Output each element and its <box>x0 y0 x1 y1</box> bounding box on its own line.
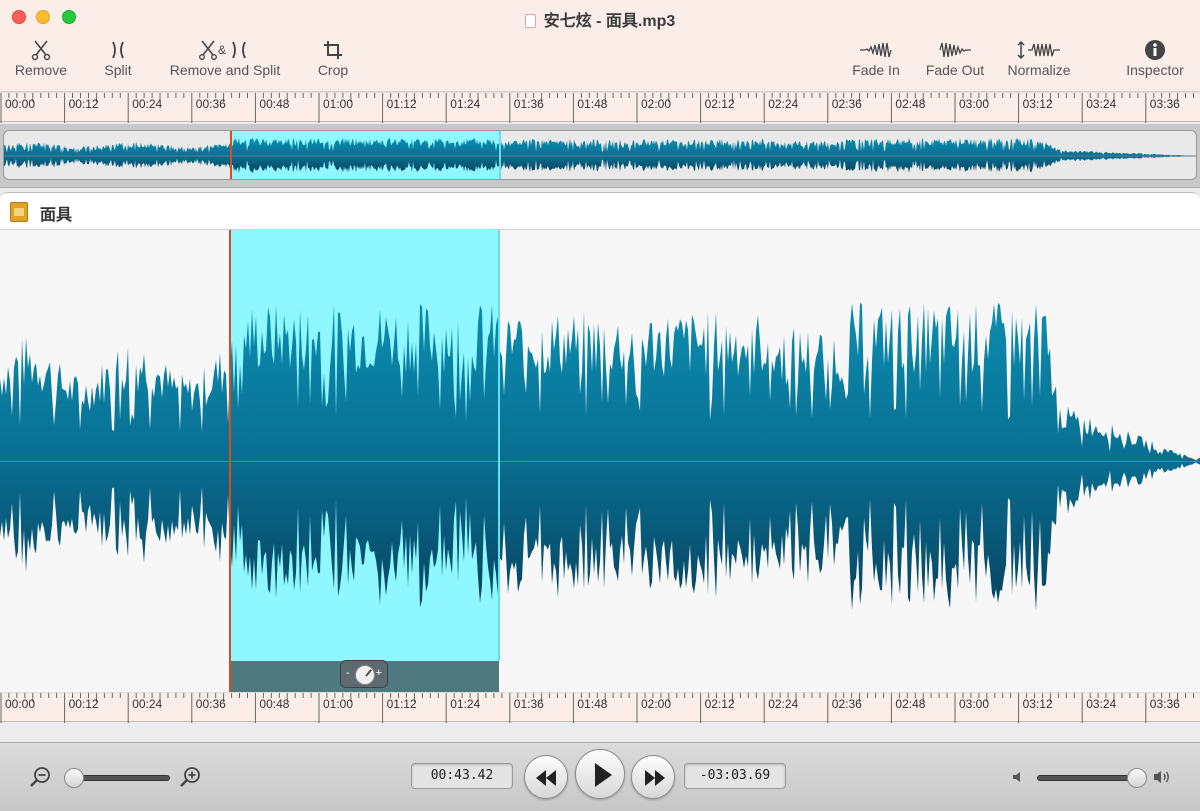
split-icon <box>98 36 138 62</box>
fast-forward-button[interactable] <box>631 755 675 799</box>
ruler-time-label: 03:36 <box>1149 97 1180 111</box>
ruler-time-label: 02:00 <box>641 697 672 711</box>
svg-text:&: & <box>218 43 226 57</box>
info-icon <box>1120 36 1190 62</box>
ruler-time-label: 03:12 <box>1022 697 1053 711</box>
scissors-icon <box>10 36 72 62</box>
window-title: 安七炫 - 面具.mp3 <box>0 7 1200 31</box>
ruler-time-label: 00:48 <box>259 97 290 111</box>
ruler-time-label: 00:12 <box>68 97 99 111</box>
ruler-time-label: 01:36 <box>513 697 544 711</box>
ruler-time-label: 03:36 <box>1149 697 1180 711</box>
play-button[interactable] <box>575 749 625 799</box>
remaining-time-display: -03:03.69 <box>684 763 786 789</box>
ruler-time-label: 03:24 <box>1086 97 1117 111</box>
zoom-out-icon[interactable] <box>28 765 52 789</box>
ruler-time-label: 00:00 <box>5 97 36 111</box>
normalize-button[interactable]: Normalize <box>1002 36 1076 78</box>
ruler-time-label: 02:12 <box>704 97 735 111</box>
document-icon <box>524 14 536 28</box>
normalize-icon <box>1002 36 1076 62</box>
ruler-time-label: 03:12 <box>1022 97 1053 111</box>
zoom-in-icon[interactable] <box>178 765 202 789</box>
remove-and-split-button[interactable]: & Remove and Split <box>163 36 287 78</box>
audio-file-icon <box>10 202 28 222</box>
fast-forward-icon <box>645 770 665 786</box>
ruler-time-label: 03:00 <box>959 97 990 111</box>
overview-waveform-graphic <box>4 131 1196 179</box>
ruler-time-label: 02:24 <box>768 97 799 111</box>
volume-minus-label: - <box>346 667 350 679</box>
fade-in-button[interactable]: Fade In <box>848 36 904 78</box>
fade-out-icon <box>921 36 989 62</box>
ruler-time-label: 01:12 <box>386 697 417 711</box>
volume-low-icon <box>1011 770 1025 789</box>
ruler-time-label: 01:48 <box>577 697 608 711</box>
ruler-time-label: 02:24 <box>768 697 799 711</box>
ruler-time-label: 02:48 <box>895 97 926 111</box>
volume-high-icon <box>1152 768 1174 791</box>
remove-button[interactable]: Remove <box>10 36 72 78</box>
crop-icon <box>311 36 355 62</box>
volume-dial-icon[interactable] <box>355 665 375 685</box>
ruler-time-label: 00:36 <box>195 697 226 711</box>
scissors-split-icon: & <box>163 36 287 62</box>
volume-slider-thumb[interactable] <box>1127 768 1148 788</box>
crop-button[interactable]: Crop <box>311 36 355 78</box>
ruler-time-label: 01:00 <box>323 97 354 111</box>
ruler-time-label: 01:00 <box>323 697 354 711</box>
track-name: 面具 <box>40 207 73 224</box>
ruler-time-label: 02:36 <box>831 697 862 711</box>
zoom-slider-thumb[interactable] <box>64 768 84 788</box>
ruler-time-label: 01:24 <box>450 697 481 711</box>
ruler-time-label: 00:24 <box>132 97 163 111</box>
ruler-time-label: 00:12 <box>68 697 99 711</box>
ruler-time-label: 02:48 <box>895 697 926 711</box>
ruler-time-label: 00:48 <box>259 697 290 711</box>
split-button[interactable]: Split <box>98 36 138 78</box>
ruler-time-label: 01:12 <box>386 97 417 111</box>
volume-plus-label: + <box>375 667 382 679</box>
ruler-time-label: 00:36 <box>195 97 226 111</box>
fade-in-icon <box>848 36 904 62</box>
overview-waveform[interactable] <box>3 130 1197 180</box>
play-icon <box>595 763 612 787</box>
rewind-button[interactable] <box>524 755 568 799</box>
ruler-time-label: 03:24 <box>1086 697 1117 711</box>
selection-volume-knob[interactable]: - + <box>340 660 388 688</box>
ruler-time-label: 01:24 <box>450 97 481 111</box>
rewind-icon <box>536 770 556 786</box>
ruler-time-label: 01:48 <box>577 97 608 111</box>
fade-out-button[interactable]: Fade Out <box>921 36 989 78</box>
transport-bar: 00:43.42 -03:03.69 <box>0 742 1200 811</box>
window-titlebar: 安七炫 - 面具.mp3 Remove Split & Remove and S… <box>0 0 1200 92</box>
ruler-time-label: 01:36 <box>513 97 544 111</box>
current-time-display: 00:43.42 <box>411 763 513 789</box>
ruler-time-label: 02:00 <box>641 97 672 111</box>
audio-track: 面具 - + <box>0 192 1200 692</box>
waveform-shape <box>0 302 1200 611</box>
ruler-time-label: 00:00 <box>5 697 36 711</box>
ruler-time-label: 02:36 <box>831 97 862 111</box>
ruler-time-label: 02:12 <box>704 697 735 711</box>
main-waveform-graphic <box>0 230 1200 692</box>
ruler-time-label: 03:00 <box>959 697 990 711</box>
main-waveform[interactable]: - + <box>0 230 1200 692</box>
volume-slider[interactable] <box>1037 775 1141 781</box>
track-header: 面具 <box>0 193 1200 230</box>
timeline-ruler-bottom[interactable]: 00:00 00:12 00:24 00:36 00:48 01:00 01:12 01:24… <box>0 692 1200 723</box>
inspector-button[interactable]: Inspector <box>1120 36 1190 78</box>
timeline-ruler-top[interactable]: 00:00 00:12 00:24 00:36 00:48 01:00 01:12 01:24… <box>0 92 1200 123</box>
overview-strip <box>0 124 1200 188</box>
ruler-time-label: 00:24 <box>132 697 163 711</box>
